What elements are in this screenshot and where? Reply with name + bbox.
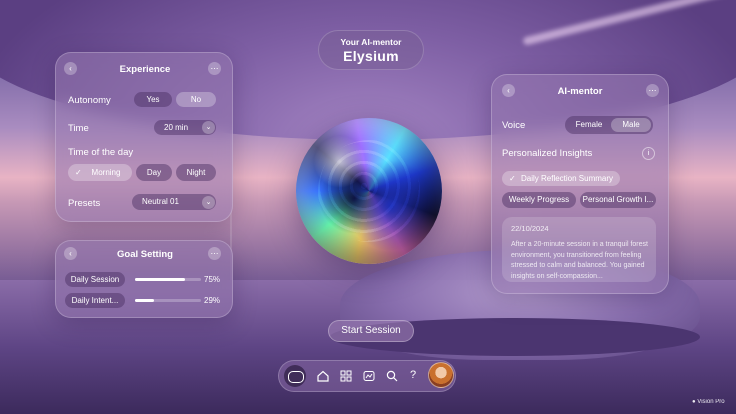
note-date: 22/10/2024 (511, 224, 549, 233)
toggle-icon[interactable] (284, 365, 306, 387)
goal-daily-intent-percent: 29% (204, 296, 221, 305)
mentor-header: Your AI-mentor Elysium (318, 30, 424, 70)
mentor-ellipsis-icon[interactable]: ⋯ (646, 84, 659, 97)
goal-daily-intent-fill (135, 299, 155, 302)
goal-daily-intent-track (135, 299, 201, 302)
info-icon[interactable]: i (642, 147, 655, 160)
insights-label: Personalized Insights (502, 148, 593, 159)
header-title: Elysium (343, 48, 399, 64)
time-value: 20 min (164, 123, 189, 132)
goal-daily-session-track (135, 278, 201, 281)
time-of-day-label: Time of the day (68, 147, 134, 158)
chip-weekly-progress[interactable]: Weekly Progress (502, 192, 576, 208)
time-of-day-day[interactable]: Day (136, 164, 172, 181)
experience-title: Experience (119, 64, 171, 75)
search-icon[interactable] (385, 369, 399, 383)
chip-daily-reflection-label: Daily Reflection Summary (520, 174, 614, 183)
check-icon: ✓ (75, 168, 82, 177)
goal-chevron-left-icon[interactable]: ‹ (64, 247, 77, 260)
grid-icon[interactable] (339, 369, 353, 383)
morning-label: Morning (91, 168, 121, 177)
vision-pro-badge: ● Vision Pro (692, 399, 725, 405)
goal-setting-title: Goal Setting (117, 249, 173, 260)
chevron-left-icon[interactable]: ‹ (64, 62, 77, 75)
apple-logo-icon: ● (692, 399, 696, 405)
goal-ellipsis-icon[interactable]: ⋯ (208, 247, 221, 260)
autonomy-label: Autonomy (68, 95, 111, 106)
chip-check-icon: ✓ (509, 174, 516, 183)
ellipsis-icon[interactable]: ⋯ (208, 62, 221, 75)
home-icon[interactable] (316, 369, 330, 383)
presets-chevron-down-icon[interactable]: ⌄ (202, 196, 215, 209)
goal-daily-intent-label: Daily Intent... (65, 293, 125, 308)
note-text: After a 20-minute session in a tranquil … (511, 241, 648, 280)
time-of-day-morning[interactable]: ✓ Morning (68, 164, 132, 181)
orb-swirl (318, 140, 420, 242)
voice-label: Voice (502, 120, 526, 131)
chip-personal-growth[interactable]: Personal Growth I... (580, 192, 656, 208)
voice-female[interactable]: Female (568, 118, 610, 132)
presets-label: Presets (68, 198, 101, 209)
autonomy-yes[interactable]: Yes (134, 92, 172, 107)
mentor-chevron-left-icon[interactable]: ‹ (502, 84, 515, 97)
voice-male[interactable]: Male (611, 118, 651, 132)
help-icon[interactable]: ? (406, 368, 420, 382)
chart-icon[interactable] (362, 369, 376, 383)
goal-daily-session-fill (135, 278, 185, 281)
goal-daily-session-label: Daily Session (65, 272, 125, 287)
header-subtitle: Your AI-mentor (340, 37, 402, 47)
vision-pro-label: Vision Pro (697, 399, 725, 405)
goal-daily-session-percent: 75% (204, 275, 221, 284)
chip-daily-reflection[interactable]: ✓ Daily Reflection Summary (502, 171, 620, 186)
autonomy-no[interactable]: No (176, 92, 216, 107)
start-session-button[interactable]: Start Session (328, 320, 414, 342)
time-of-day-night[interactable]: Night (176, 164, 216, 181)
time-label: Time (68, 123, 89, 134)
chevron-down-icon[interactable]: ⌄ (202, 121, 215, 134)
presets-value: Neutral 01 (142, 197, 179, 206)
avatar[interactable] (428, 362, 454, 388)
ai-mentor-title: AI-mentor (557, 86, 603, 97)
